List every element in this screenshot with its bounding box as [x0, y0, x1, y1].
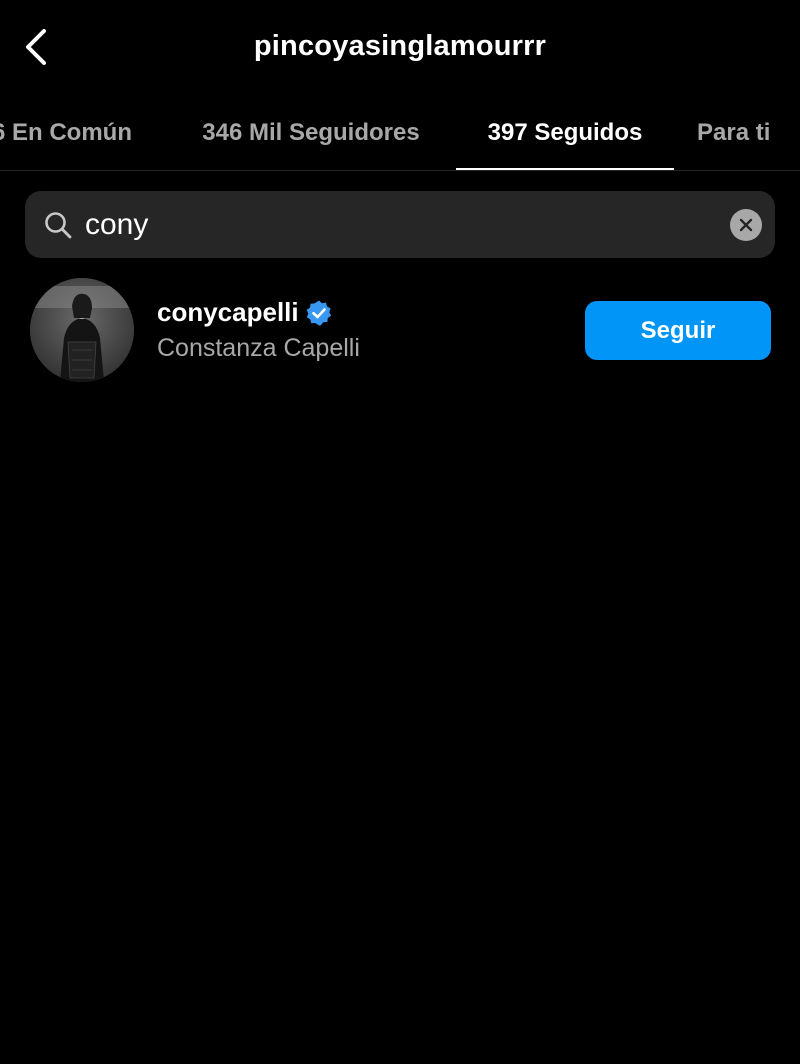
tab-in-common[interactable]: 6 En Común [0, 96, 144, 170]
verified-badge-icon [306, 300, 331, 325]
close-icon [739, 218, 753, 232]
full-name: Constanza Capelli [157, 334, 360, 362]
follow-button[interactable]: Seguir [585, 301, 771, 360]
avatar[interactable] [30, 278, 134, 382]
clear-search-button[interactable] [730, 209, 762, 241]
tab-label: 6 En Común [0, 119, 133, 146]
username[interactable]: conycapelli [157, 297, 299, 328]
tab-label: 346 Mil Seguidores [202, 119, 420, 146]
search-input[interactable] [85, 191, 705, 258]
following-page: pincoyasinglamourrr 6 En Común 346 Mil S… [0, 0, 800, 1064]
tab-followers[interactable]: 346 Mil Seguidores [176, 96, 446, 170]
tab-label: Para ti [697, 119, 771, 146]
tab-label: 397 Seguidos [487, 119, 643, 146]
tab-following[interactable]: 397 Seguidos [456, 96, 674, 170]
profile-photo-icon [30, 278, 134, 382]
search-icon [45, 212, 72, 239]
username-line: conycapelli [157, 297, 333, 328]
active-tab-indicator [456, 168, 674, 170]
list-item[interactable]: conycapelli Constanza Capelli Seguir [0, 275, 800, 385]
tab-for-you[interactable]: Para ti [697, 96, 800, 170]
header: pincoyasinglamourrr [0, 0, 800, 96]
tab-bar: 6 En Común 346 Mil Seguidores 397 Seguid… [0, 96, 800, 171]
page-title: pincoyasinglamourrr [253, 30, 547, 62]
search-bar [25, 191, 775, 258]
